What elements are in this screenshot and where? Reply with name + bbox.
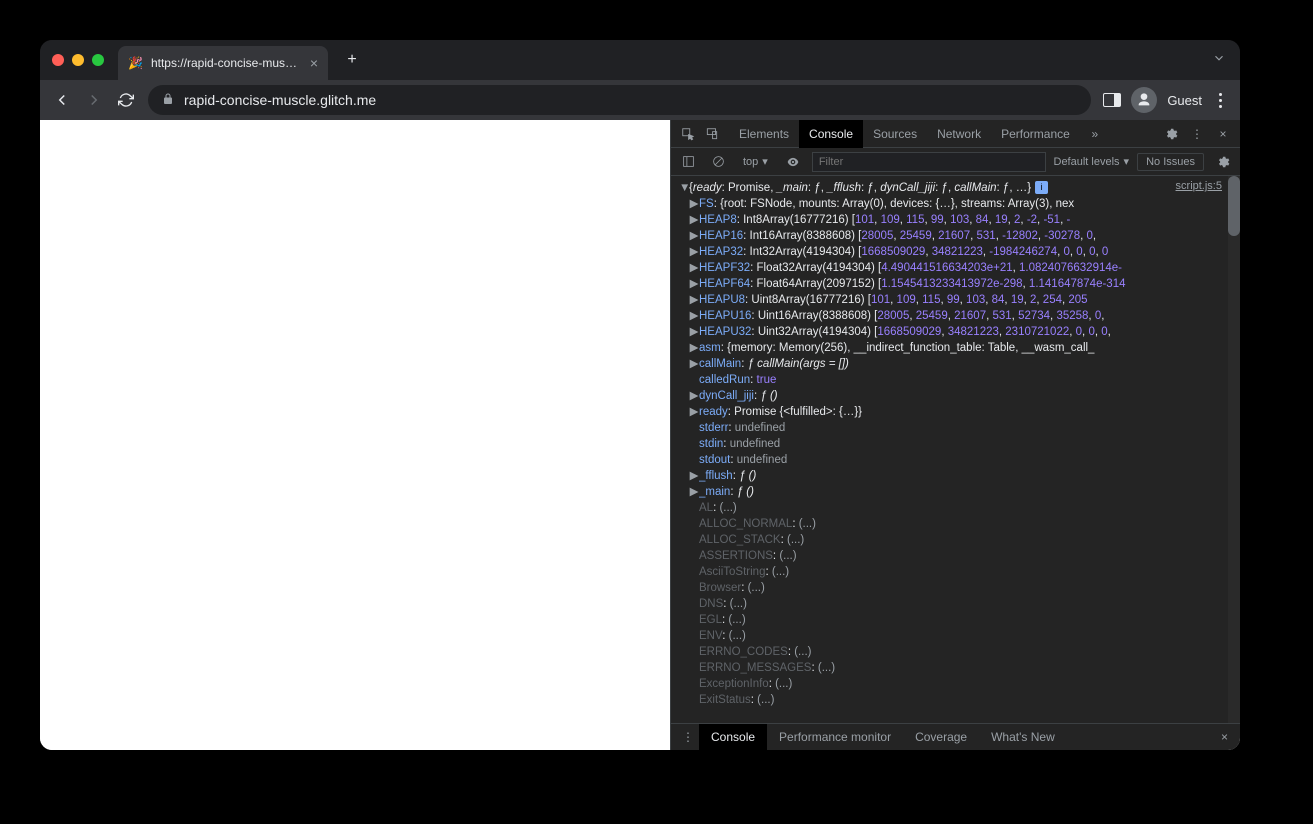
object-property[interactable]: ExceptionInfo: (...) bbox=[679, 676, 1236, 692]
object-property[interactable]: ▶HEAPF64: Float64Array(2097152) [1.15454… bbox=[679, 276, 1236, 292]
page-viewport[interactable] bbox=[40, 120, 670, 750]
object-property[interactable]: ▶_fflush: ƒ () bbox=[679, 468, 1236, 484]
object-property[interactable]: ▶FS: {root: FSNode, mounts: Array(0), de… bbox=[679, 196, 1236, 212]
address-bar[interactable]: rapid-concise-muscle.glitch.me bbox=[148, 85, 1091, 115]
object-property[interactable]: ▶HEAP8: Int8Array(16777216) [101, 109, 1… bbox=[679, 212, 1236, 228]
devtools-tab-console[interactable]: Console bbox=[799, 120, 863, 148]
object-property[interactable]: ENV: (...) bbox=[679, 628, 1236, 644]
drawer-tab-what-s-new[interactable]: What's New bbox=[979, 724, 1067, 751]
object-property[interactable]: stderr: undefined bbox=[679, 420, 1236, 436]
close-tab-button[interactable]: × bbox=[310, 55, 318, 71]
reload-button[interactable] bbox=[116, 90, 136, 110]
lock-icon bbox=[162, 93, 174, 108]
scrollbar-thumb[interactable] bbox=[1228, 176, 1240, 236]
devtools-tab-performance[interactable]: Performance bbox=[991, 120, 1080, 148]
object-property[interactable]: ▶HEAP32: Int32Array(4194304) [1668509029… bbox=[679, 244, 1236, 260]
object-property[interactable]: ASSERTIONS: (...) bbox=[679, 548, 1236, 564]
clear-console-button[interactable] bbox=[707, 151, 729, 173]
object-property[interactable]: ERRNO_MESSAGES: (...) bbox=[679, 660, 1236, 676]
browser-tab[interactable]: 🎉 https://rapid-concise-muscle.g × bbox=[118, 46, 328, 80]
object-property[interactable]: stdin: undefined bbox=[679, 436, 1236, 452]
settings-button[interactable] bbox=[1160, 123, 1182, 145]
device-toolbar-button[interactable] bbox=[701, 123, 723, 145]
object-property[interactable]: ▶callMain: ƒ callMain(args = []) bbox=[679, 356, 1236, 372]
object-property[interactable]: ERRNO_CODES: (...) bbox=[679, 644, 1236, 660]
toolbar: rapid-concise-muscle.glitch.me Guest bbox=[40, 80, 1240, 120]
object-property[interactable]: ▶HEAPF32: Float32Array(4194304) [4.49044… bbox=[679, 260, 1236, 276]
drawer-tab-console[interactable]: Console bbox=[699, 724, 767, 751]
devtools-tab-sources[interactable]: Sources bbox=[863, 120, 927, 148]
forward-button[interactable] bbox=[84, 90, 104, 110]
object-property[interactable]: ▶asm: {memory: Memory(256), __indirect_f… bbox=[679, 340, 1236, 356]
scrollbar-track bbox=[1228, 176, 1240, 723]
close-window-button[interactable] bbox=[52, 54, 64, 66]
fullscreen-window-button[interactable] bbox=[92, 54, 104, 66]
drawer-tab-performance-monitor[interactable]: Performance monitor bbox=[767, 724, 903, 751]
source-link[interactable]: script.js:5 bbox=[1176, 178, 1222, 194]
object-summary[interactable]: ▼{ready: Promise, _main: ƒ, _fflush: ƒ, … bbox=[679, 180, 1236, 196]
object-property[interactable]: EGL: (...) bbox=[679, 612, 1236, 628]
back-button[interactable] bbox=[52, 90, 72, 110]
new-tab-button[interactable]: + bbox=[338, 46, 366, 74]
toolbar-right: Guest bbox=[1103, 87, 1228, 113]
drawer-menu-button[interactable]: ⋮ bbox=[677, 726, 699, 748]
devtools-panel: ElementsConsoleSourcesNetworkPerformance… bbox=[670, 120, 1240, 750]
favicon-icon: 🎉 bbox=[128, 56, 143, 70]
issues-button[interactable]: No Issues bbox=[1137, 153, 1204, 171]
console-settings-button[interactable] bbox=[1212, 151, 1234, 173]
more-panels-button[interactable]: » bbox=[1084, 123, 1106, 145]
live-expression-button[interactable] bbox=[782, 151, 804, 173]
side-panel-button[interactable] bbox=[1103, 93, 1121, 107]
console-toolbar: top▾ Default levels▾ No Issues bbox=[671, 148, 1240, 176]
object-property[interactable]: Browser: (...) bbox=[679, 580, 1236, 596]
object-property[interactable]: AL: (...) bbox=[679, 500, 1236, 516]
devtools-menu-button[interactable]: ⋮ bbox=[1186, 123, 1208, 145]
profile-label: Guest bbox=[1167, 93, 1202, 108]
devtools-header: ElementsConsoleSourcesNetworkPerformance… bbox=[671, 120, 1240, 148]
object-property[interactable]: ALLOC_STACK: (...) bbox=[679, 532, 1236, 548]
object-property[interactable]: ▶HEAPU32: Uint32Array(4194304) [16685090… bbox=[679, 324, 1236, 340]
console-output[interactable]: script.js:5 ▼{ready: Promise, _main: ƒ, … bbox=[671, 176, 1240, 723]
object-property[interactable]: AsciiToString: (...) bbox=[679, 564, 1236, 580]
object-property[interactable]: stdout: undefined bbox=[679, 452, 1236, 468]
object-property[interactable]: ▶HEAPU16: Uint16Array(8388608) [28005, 2… bbox=[679, 308, 1236, 324]
object-property[interactable]: ▶dynCall_jiji: ƒ () bbox=[679, 388, 1236, 404]
console-filter-input[interactable] bbox=[812, 152, 1046, 172]
tab-title: https://rapid-concise-muscle.g bbox=[151, 56, 302, 70]
object-property[interactable]: ExitStatus: (...) bbox=[679, 692, 1236, 708]
profile-avatar[interactable] bbox=[1131, 87, 1157, 113]
object-property[interactable]: DNS: (...) bbox=[679, 596, 1236, 612]
close-drawer-button[interactable]: × bbox=[1215, 730, 1234, 744]
devtools-drawer: ⋮ ConsolePerformance monitorCoverageWhat… bbox=[671, 723, 1240, 750]
object-property[interactable]: calledRun: true bbox=[679, 372, 1236, 388]
tab-strip: 🎉 https://rapid-concise-muscle.g × + bbox=[40, 40, 1240, 80]
tab-overflow-button[interactable] bbox=[1212, 51, 1226, 70]
content-area: ElementsConsoleSourcesNetworkPerformance… bbox=[40, 120, 1240, 750]
url-text: rapid-concise-muscle.glitch.me bbox=[184, 92, 376, 108]
devtools-tab-elements[interactable]: Elements bbox=[729, 120, 799, 148]
object-property[interactable]: ▶ready: Promise {<fulfilled>: {…}} bbox=[679, 404, 1236, 420]
object-property[interactable]: ▶HEAPU8: Uint8Array(16777216) [101, 109,… bbox=[679, 292, 1236, 308]
object-property[interactable]: ▶_main: ƒ () bbox=[679, 484, 1236, 500]
inspect-element-button[interactable] bbox=[677, 123, 699, 145]
object-property[interactable]: ALLOC_NORMAL: (...) bbox=[679, 516, 1236, 532]
log-level-selector[interactable]: Default levels▾ bbox=[1054, 155, 1130, 168]
devtools-tabs: ElementsConsoleSourcesNetworkPerformance bbox=[729, 120, 1080, 148]
traffic-lights bbox=[52, 54, 104, 66]
devtools-tab-network[interactable]: Network bbox=[927, 120, 991, 148]
drawer-tab-coverage[interactable]: Coverage bbox=[903, 724, 979, 751]
toggle-sidebar-button[interactable] bbox=[677, 151, 699, 173]
execution-context-selector[interactable]: top▾ bbox=[737, 155, 774, 168]
chrome-menu-button[interactable] bbox=[1212, 93, 1228, 108]
close-devtools-button[interactable]: × bbox=[1212, 123, 1234, 145]
browser-window: 🎉 https://rapid-concise-muscle.g × + rap… bbox=[40, 40, 1240, 750]
minimize-window-button[interactable] bbox=[72, 54, 84, 66]
object-property[interactable]: ▶HEAP16: Int16Array(8388608) [28005, 254… bbox=[679, 228, 1236, 244]
